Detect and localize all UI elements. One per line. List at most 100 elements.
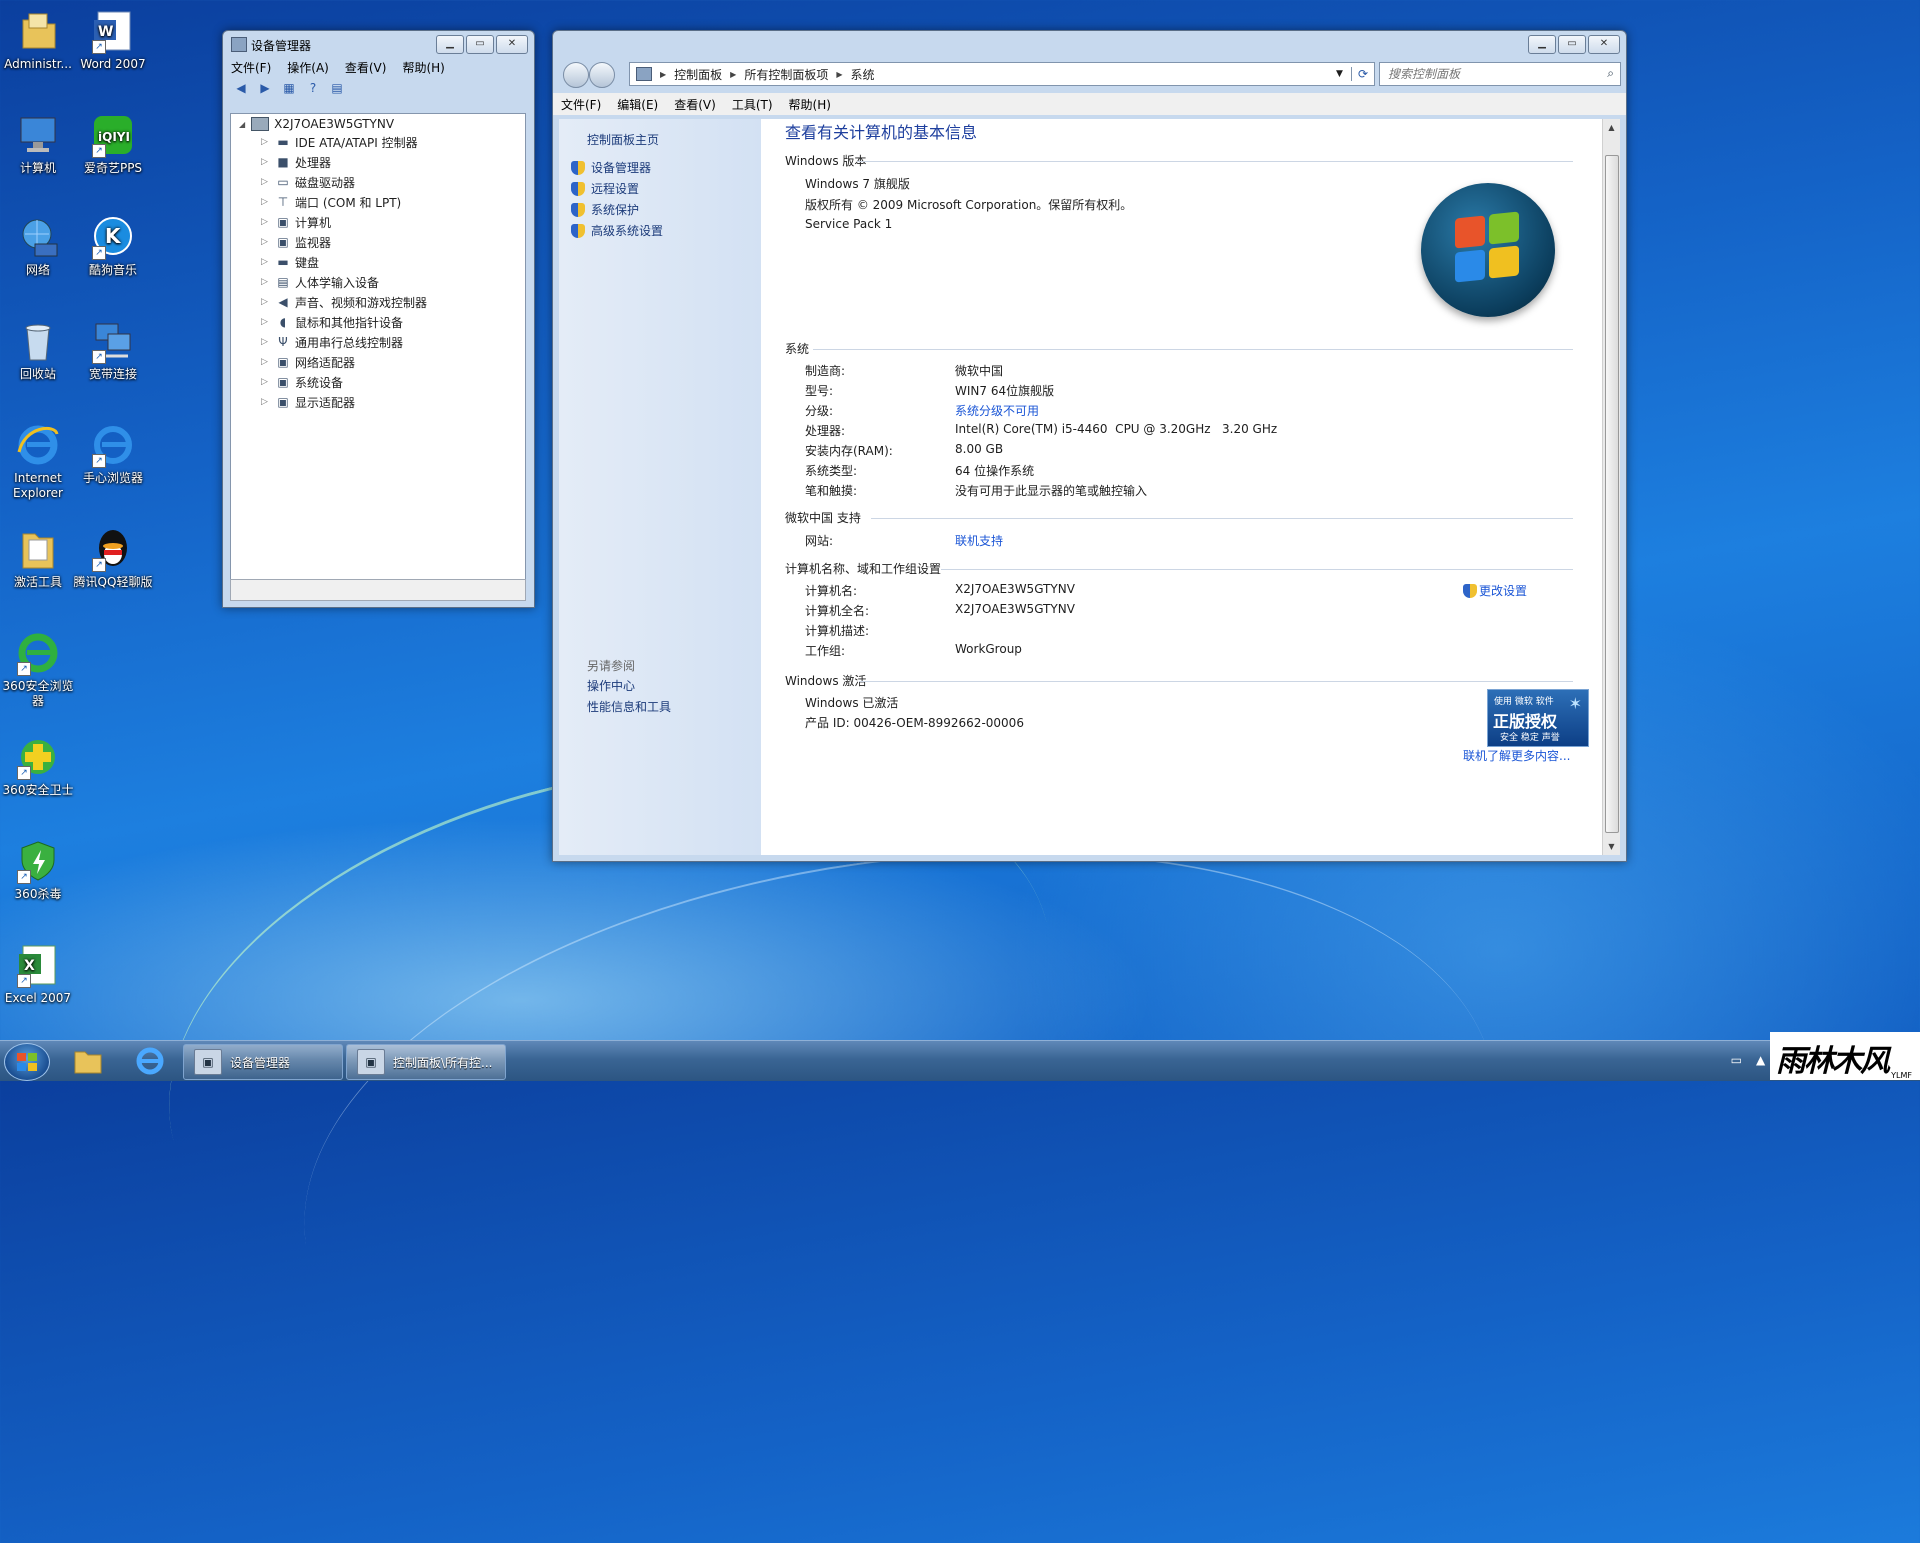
expand-arrow-icon[interactable]: ▷: [261, 317, 271, 327]
menu-help[interactable]: 帮助(H): [781, 96, 839, 113]
tree-item[interactable]: ▷ ▣ 网络适配器: [261, 352, 355, 372]
close-button[interactable]: ✕: [1588, 35, 1620, 54]
performance-info-link[interactable]: 性能信息和工具: [587, 698, 671, 715]
desktop-icon-360-antivirus[interactable]: ↗ 360杀毒: [0, 838, 78, 902]
learn-more-link[interactable]: 联机了解更多内容...: [1463, 747, 1570, 764]
menu-tools[interactable]: 工具(T): [724, 96, 781, 113]
tree-item[interactable]: ▷ ▤ 人体学输入设备: [261, 272, 379, 292]
desktop-icon-360-browser[interactable]: ↗ 360安全浏览器: [0, 630, 78, 709]
taskbar-control-panel[interactable]: ▣ 控制面板\所有控...: [346, 1044, 506, 1080]
breadcrumb-system[interactable]: 系统: [843, 66, 883, 83]
desktop-icon-computer[interactable]: 计算机: [0, 112, 78, 176]
expand-arrow-icon[interactable]: ▷: [261, 277, 271, 287]
show-hidden-icons-icon[interactable]: ▲: [1756, 1053, 1765, 1067]
taskbar-device-manager[interactable]: ▣ 设备管理器: [183, 1044, 343, 1080]
expand-arrow-icon[interactable]: ▷: [261, 397, 271, 407]
vertical-scrollbar[interactable]: ▲ ▼: [1602, 119, 1620, 855]
tree-item[interactable]: ▷ ◖ 鼠标和其他指针设备: [261, 312, 403, 332]
desktop-icon-qq[interactable]: ↗ 腾讯QQ轻聊版: [73, 526, 153, 590]
menu-help[interactable]: 帮助(H): [394, 59, 452, 76]
desktop-icon-360-guard[interactable]: ↗ 360安全卫士: [0, 734, 78, 798]
console-tree-icon[interactable]: ▦: [281, 81, 297, 95]
tree-item[interactable]: ▷ ▬ 键盘: [261, 252, 319, 272]
chevron-down-icon[interactable]: ▼: [1336, 69, 1343, 79]
desktop-icon-ie[interactable]: Internet Explorer: [0, 422, 78, 501]
scroll-up-arrow-icon[interactable]: ▲: [1603, 123, 1620, 132]
device-tree[interactable]: ◢ X2J7OAE3W5GTYNV ▷ ▬ IDE ATA/ATAPI 控制器 ▷ ■…: [230, 113, 526, 581]
title-bar[interactable]: 设备管理器 ▁ ▭ ✕: [223, 31, 534, 57]
back-arrow-icon[interactable]: ◀: [233, 81, 249, 95]
rating-link[interactable]: 系统分级不可用: [955, 402, 1039, 419]
search-box[interactable]: ⌕: [1379, 62, 1621, 86]
tree-root[interactable]: ◢ X2J7OAE3W5GTYNV: [239, 117, 394, 131]
minimize-button[interactable]: ▁: [1528, 35, 1556, 54]
search-icon[interactable]: ⌕: [1607, 66, 1614, 81]
tree-item[interactable]: ▷ ▬ IDE ATA/ATAPI 控制器: [261, 132, 418, 152]
search-input[interactable]: [1386, 64, 1590, 84]
online-support-link[interactable]: 联机支持: [955, 532, 1003, 549]
menu-file[interactable]: 文件(F): [223, 59, 279, 76]
expand-arrow-icon[interactable]: ▷: [261, 137, 271, 147]
expand-arrow-icon[interactable]: ▷: [261, 337, 271, 347]
maximize-button[interactable]: ▭: [466, 35, 494, 54]
tree-item[interactable]: ▷ ▣ 系统设备: [261, 372, 343, 392]
scroll-down-arrow-icon[interactable]: ▼: [1603, 842, 1620, 851]
menu-edit[interactable]: 编辑(E): [609, 96, 666, 113]
expand-arrow-icon[interactable]: ▷: [261, 377, 271, 387]
desktop-icon-iqiyi[interactable]: iQIYI ↗ 爱奇艺PPS: [73, 112, 153, 176]
tree-item[interactable]: ▷ ▣ 监视器: [261, 232, 331, 252]
start-button[interactable]: [4, 1043, 50, 1081]
desktop-icon-activation-tool[interactable]: 激活工具: [0, 526, 78, 590]
device-manager-window[interactable]: 设备管理器 ▁ ▭ ✕ 文件(F) 操作(A) 查看(V) 帮助(H) ◀ ▶ …: [222, 30, 535, 608]
desktop-icon-administrator[interactable]: Administr...: [0, 8, 78, 72]
tree-item[interactable]: ▷ ⊤ 端口 (COM 和 LPT): [261, 192, 401, 212]
desktop-icon-kugou[interactable]: K ↗ 酷狗音乐: [73, 214, 153, 278]
expand-arrow-icon[interactable]: ▷: [261, 257, 271, 267]
forward-button[interactable]: [589, 62, 615, 88]
menu-file[interactable]: 文件(F): [553, 96, 609, 113]
expand-arrow-icon[interactable]: ▷: [261, 157, 271, 167]
control-panel-home-link[interactable]: 控制面板主页: [587, 131, 659, 148]
keyboard-icon[interactable]: ▭: [1731, 1053, 1742, 1067]
change-settings-link[interactable]: 更改设置: [1463, 582, 1527, 599]
desktop-icon-word[interactable]: W ↗ Word 2007: [73, 8, 153, 72]
expand-arrow-icon[interactable]: ▷: [261, 237, 271, 247]
desktop-icon-broadband[interactable]: ↗ 宽带连接: [73, 318, 153, 382]
title-bar[interactable]: ▁ ▭ ✕: [553, 31, 1626, 57]
desktop-icon-excel[interactable]: X ↗ Excel 2007: [0, 942, 78, 1006]
help-icon[interactable]: ?: [305, 81, 321, 95]
advanced-settings-link[interactable]: 高级系统设置: [571, 222, 663, 239]
menu-action[interactable]: 操作(A): [279, 59, 337, 76]
expand-arrow-icon[interactable]: ▷: [261, 357, 271, 367]
desktop-icon-recycle-bin[interactable]: 回收站: [0, 318, 78, 382]
tree-item[interactable]: ▷ ◀ 声音、视频和游戏控制器: [261, 292, 427, 312]
breadcrumb-control-panel[interactable]: 控制面板: [666, 66, 730, 83]
properties-icon[interactable]: ▤: [329, 81, 345, 95]
collapse-arrow-icon[interactable]: ◢: [239, 120, 245, 129]
forward-arrow-icon[interactable]: ▶: [257, 81, 273, 95]
tree-item[interactable]: ▷ Ψ 通用串行总线控制器: [261, 332, 403, 352]
maximize-button[interactable]: ▭: [1558, 35, 1586, 54]
tree-item[interactable]: ▷ ■ 处理器: [261, 152, 331, 172]
scroll-thumb[interactable]: [1605, 155, 1619, 833]
action-center-link[interactable]: 操作中心: [587, 677, 635, 694]
expand-arrow-icon[interactable]: ▷: [261, 297, 271, 307]
menu-view[interactable]: 查看(V): [337, 59, 395, 76]
expand-arrow-icon[interactable]: ▷: [261, 197, 271, 207]
desktop-icon-browser[interactable]: ↗ 手心浏览器: [73, 422, 153, 486]
tree-item[interactable]: ▷ ▭ 磁盘驱动器: [261, 172, 355, 192]
refresh-icon[interactable]: ⟳: [1350, 67, 1374, 81]
system-protection-link[interactable]: 系统保护: [571, 201, 639, 218]
control-panel-window[interactable]: ▁ ▭ ✕ ▶ 控制面板 ▶ 所有控制面板项 ▶ 系统 ▼ ⟳ ⌕ 文件(F) …: [552, 30, 1627, 862]
menu-view[interactable]: 查看(V): [666, 96, 724, 113]
back-button[interactable]: [563, 62, 589, 88]
expand-arrow-icon[interactable]: ▷: [261, 217, 271, 227]
ie-taskbar-icon[interactable]: [122, 1044, 178, 1078]
tree-item[interactable]: ▷ ▣ 显示适配器: [261, 392, 355, 412]
close-button[interactable]: ✕: [496, 35, 528, 54]
expand-arrow-icon[interactable]: ▷: [261, 177, 271, 187]
desktop-icon-network[interactable]: 网络: [0, 214, 78, 278]
remote-settings-link[interactable]: 远程设置: [571, 180, 639, 197]
tree-item[interactable]: ▷ ▣ 计算机: [261, 212, 331, 232]
address-bar[interactable]: ▶ 控制面板 ▶ 所有控制面板项 ▶ 系统 ▼ ⟳: [629, 62, 1375, 86]
